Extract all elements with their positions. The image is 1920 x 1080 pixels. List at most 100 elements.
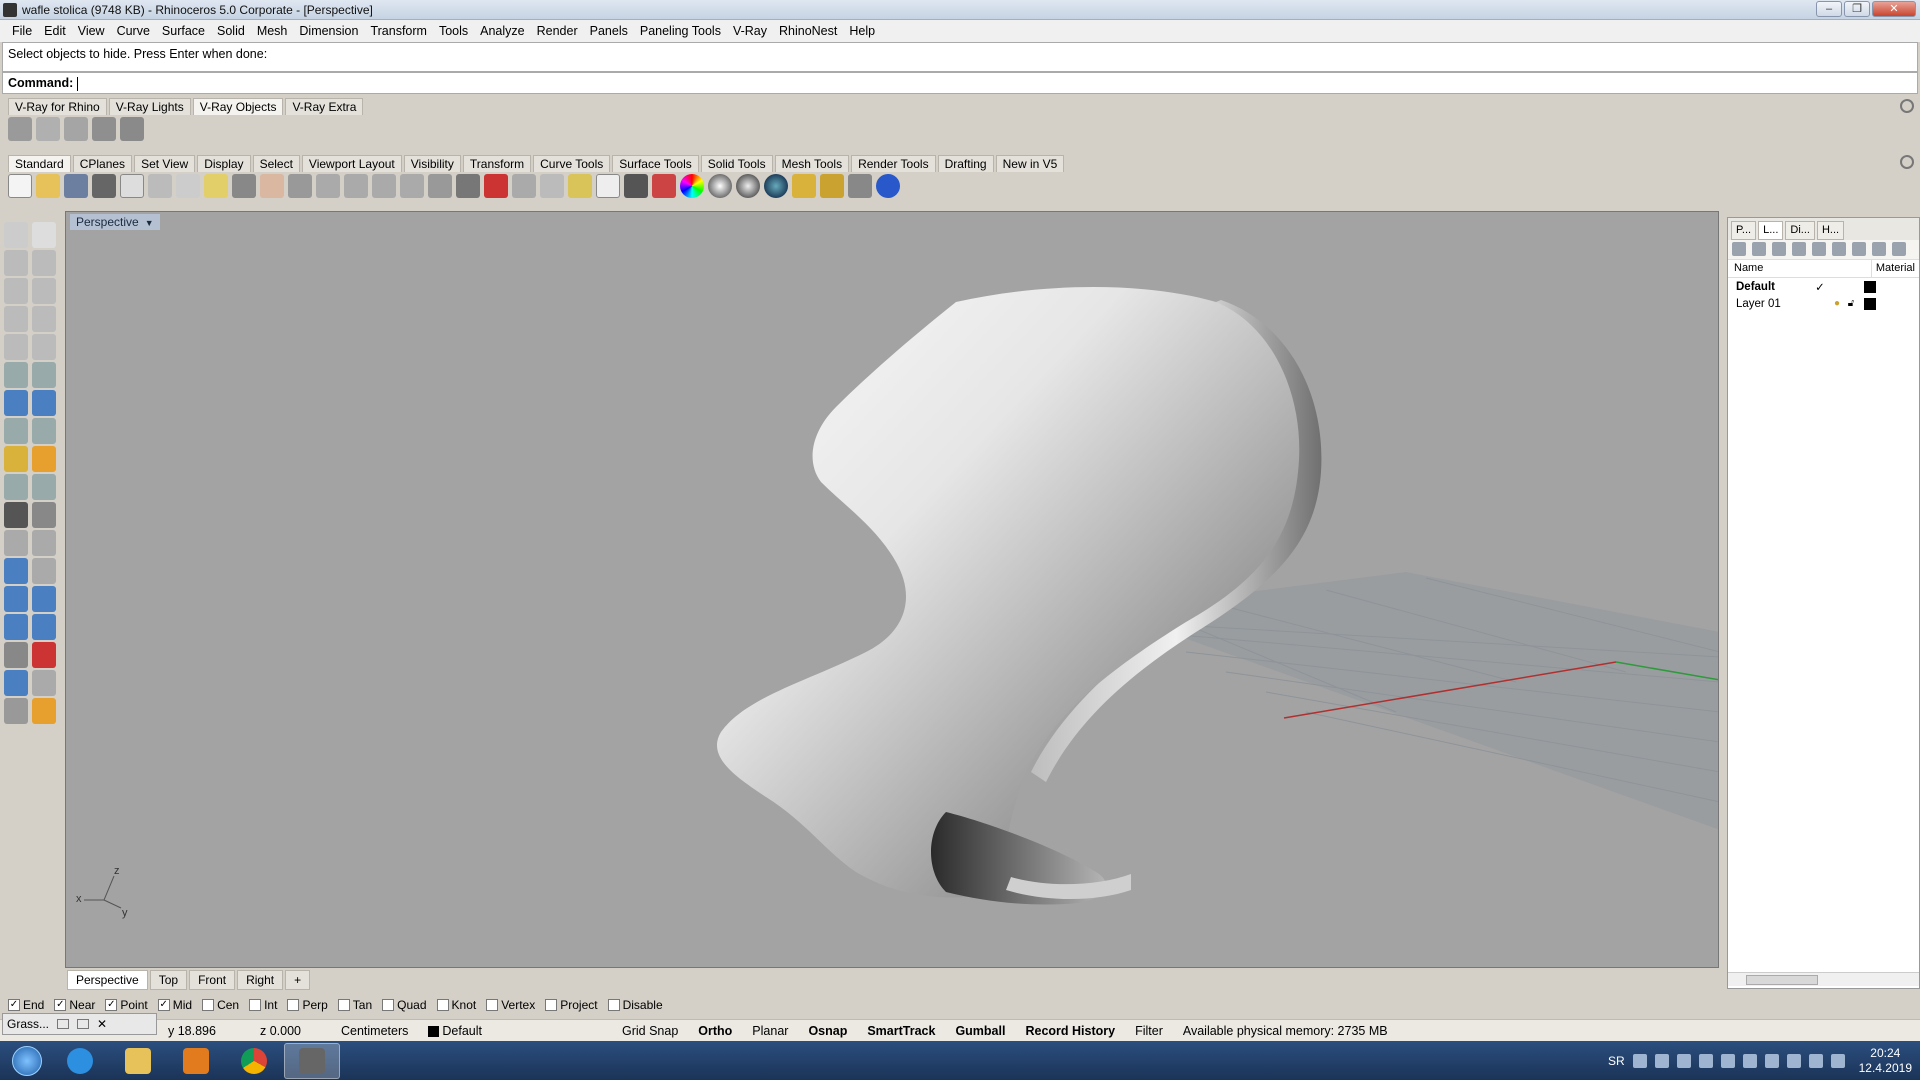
layer-row[interactable]: Layer 01 ● 🔓︎ [1728, 295, 1919, 312]
layer-row[interactable]: Default ✓ [1728, 278, 1919, 295]
grasshopper-minimized-window[interactable]: Grass... ✕ [2, 1013, 157, 1035]
dimension-icon[interactable] [848, 174, 872, 198]
trim-icon[interactable] [4, 474, 28, 500]
vray-remove-fur-icon[interactable] [120, 117, 144, 141]
menu-rhinonest[interactable]: RhinoNest [773, 24, 843, 38]
select-filter-icon[interactable] [512, 174, 536, 198]
paste-icon[interactable] [204, 174, 228, 198]
mesh-plane-icon[interactable] [32, 418, 56, 444]
menu-curve[interactable]: Curve [111, 24, 156, 38]
light-icon[interactable] [792, 174, 816, 198]
menu-panels[interactable]: Panels [584, 24, 634, 38]
tab-visibility[interactable]: Visibility [403, 155, 461, 172]
tab-vray-for-rhino[interactable]: V-Ray for Rhino [8, 98, 107, 115]
ortho-toggle[interactable]: Ortho [688, 1024, 742, 1038]
menu-transform[interactable]: Transform [364, 24, 433, 38]
menu-paneling-tools[interactable]: Paneling Tools [634, 24, 727, 38]
osnap-int[interactable]: Int [249, 998, 277, 1012]
maximize-icon[interactable] [77, 1019, 90, 1029]
language-indicator[interactable]: SR [1608, 1054, 1625, 1068]
action-center-flag-icon[interactable] [1786, 1053, 1801, 1068]
boolean-union-icon[interactable] [32, 390, 56, 416]
menu-analyze[interactable]: Analyze [474, 24, 530, 38]
check-icon[interactable] [32, 670, 56, 696]
minimize-button[interactable]: – [1816, 1, 1842, 17]
tab-render-tools[interactable]: Render Tools [851, 155, 936, 172]
volume-icon[interactable] [1830, 1053, 1845, 1068]
smarttrack-toggle[interactable]: SmartTrack [857, 1024, 945, 1038]
menu-view[interactable]: View [72, 24, 111, 38]
tray-app-icon[interactable] [1676, 1053, 1691, 1068]
menu-vray[interactable]: V-Ray [727, 24, 773, 38]
options-gear-icon[interactable] [820, 174, 844, 198]
delete-layer-icon[interactable] [1772, 242, 1786, 256]
color-wheel-icon[interactable] [680, 174, 704, 198]
column-name[interactable]: Name [1728, 260, 1872, 277]
panel-horizontal-scrollbar[interactable] [1728, 972, 1919, 986]
move-parent-icon[interactable] [1832, 242, 1846, 256]
tab-top[interactable]: Top [149, 970, 188, 990]
fillet-icon[interactable] [4, 530, 28, 556]
undo-icon[interactable] [232, 174, 256, 198]
scrollbar-thumb[interactable] [1746, 975, 1818, 985]
extend-icon[interactable] [32, 474, 56, 500]
maximize-button[interactable]: ❐ [1844, 1, 1870, 17]
clock[interactable]: 20:24 12.4.2019 [1859, 1046, 1912, 1076]
perspective-viewport[interactable]: z x y Perspective ▼ [65, 211, 1719, 968]
split-icon[interactable] [32, 446, 56, 472]
point-icon[interactable] [32, 222, 56, 248]
menu-edit[interactable]: Edit [38, 24, 72, 38]
solid-edit-icon[interactable] [4, 614, 28, 640]
tab-surface-tools[interactable]: Surface Tools [612, 155, 699, 172]
open-file-icon[interactable] [36, 174, 60, 198]
analyze-icon[interactable] [4, 670, 28, 696]
tray-app-icon[interactable] [1764, 1053, 1779, 1068]
print-icon[interactable] [92, 174, 116, 198]
menu-render[interactable]: Render [531, 24, 584, 38]
taskbar-rhinoceros[interactable] [284, 1042, 340, 1079]
move-down-icon[interactable] [1812, 242, 1826, 256]
standard-options-gear-icon[interactable] [1900, 155, 1914, 169]
save-icon[interactable] [64, 174, 88, 198]
osnap-perp[interactable]: Perp [287, 998, 328, 1012]
zoom-icon[interactable] [316, 174, 340, 198]
tab-transform[interactable]: Transform [462, 155, 532, 172]
taskbar-media-player[interactable] [168, 1043, 224, 1079]
tab-new-in-v5[interactable]: New in V5 [995, 155, 1065, 172]
new-layer-icon[interactable] [1732, 242, 1746, 256]
viewport-menu-chevron-icon[interactable]: ▼ [145, 218, 154, 228]
dimension-tool-icon[interactable] [32, 614, 56, 640]
tab-cplanes[interactable]: CPlanes [72, 155, 133, 172]
menu-dimension[interactable]: Dimension [293, 24, 364, 38]
checkbox-checked-icon[interactable]: ✓ [8, 999, 20, 1011]
layer-color-swatch[interactable] [1864, 297, 1876, 310]
vray-export-proxy-icon[interactable] [36, 117, 60, 141]
checkbox-icon[interactable] [436, 999, 449, 1011]
checkbox-checked-icon[interactable]: ✓ [105, 999, 118, 1011]
points-on-icon[interactable] [568, 174, 592, 198]
array-icon[interactable] [4, 586, 28, 612]
osnap-near[interactable]: ✓ Near [54, 998, 95, 1012]
circle-icon[interactable] [4, 278, 28, 304]
tab-front[interactable]: Front [189, 970, 236, 990]
rotate-view-icon[interactable] [288, 174, 312, 198]
light-bulb-visible-icon[interactable]: ● [1830, 298, 1844, 310]
tab-perspective[interactable]: Perspective [67, 970, 148, 990]
osnap-cen[interactable]: Cen [202, 998, 239, 1012]
record-history-toggle[interactable]: Record History [1015, 1024, 1125, 1038]
four-viewports-icon[interactable] [456, 174, 480, 198]
new-sublayer-icon[interactable] [1752, 242, 1766, 256]
tray-app-icon[interactable] [1698, 1053, 1713, 1068]
osnap-knot[interactable]: Knot [436, 998, 476, 1012]
taskbar-file-explorer[interactable] [110, 1043, 166, 1079]
mesh-icon[interactable] [4, 698, 28, 724]
vray-mesh-light-icon[interactable] [64, 117, 88, 141]
menu-file[interactable]: File [6, 24, 38, 38]
move-up-icon[interactable] [1792, 242, 1806, 256]
checkbox-icon[interactable] [545, 999, 558, 1011]
new-file-icon[interactable] [8, 174, 32, 198]
osnap-project[interactable]: Project [545, 998, 598, 1012]
zoom-selected-icon[interactable] [400, 174, 424, 198]
toolbar-options-gear-icon[interactable] [1900, 99, 1914, 113]
osnap-toggle[interactable]: Osnap [798, 1024, 857, 1038]
